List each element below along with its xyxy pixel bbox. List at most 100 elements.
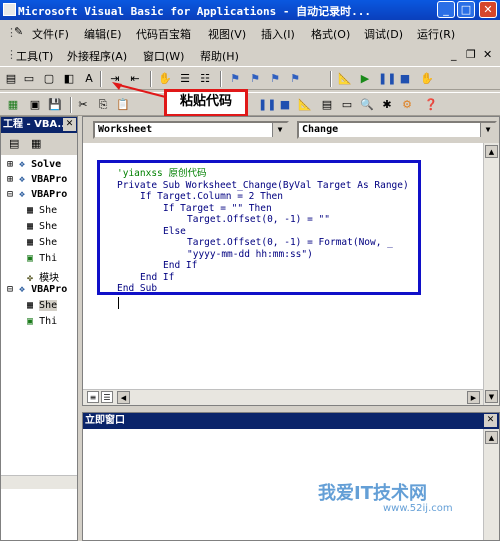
chevron-down-icon[interactable]: ▼ [272, 123, 287, 137]
minimize-button[interactable]: _ [437, 1, 455, 18]
toolbox-icon[interactable]: ◧ [62, 72, 76, 86]
view-object-icon[interactable]: ▦ [31, 137, 41, 150]
object-browser-icon[interactable]: ▢ [42, 72, 56, 86]
tree-node-vbaproject-2[interactable]: ⊟ ❖ VBAPro [7, 189, 67, 200]
run-icon[interactable]: ▶ [358, 72, 372, 86]
menu-help[interactable]: 帮助(H) [200, 48, 239, 64]
close-project-explorer-button[interactable]: ✕ [63, 118, 76, 131]
immediate-vscrollbar[interactable]: ▲ [483, 429, 499, 540]
paste-code-callout: 粘贴代码 [164, 89, 248, 117]
object-combo[interactable]: Worksheet ▼ [93, 121, 289, 139]
menu-bar-secondary: ⋮ 工具(T) 外接程序(A) 窗口(W) 帮助(H) _ ❐ ✕ [0, 44, 500, 64]
code-comment: 'yianxss 原创代码 [117, 168, 207, 179]
scroll-up-button[interactable]: ▲ [485, 145, 498, 158]
project-explorer-icon[interactable]: ▤ [320, 98, 334, 112]
toolbar-separator [100, 71, 102, 87]
design-mode-icon[interactable]: 📐 [298, 98, 312, 112]
tree-node-thisworkbook[interactable]: ▣ Thi [27, 316, 57, 327]
code-editor[interactable]: 'yianxss 原创代码 Private Sub Worksheet_Chan… [117, 168, 409, 295]
cut-icon[interactable]: ✂ [76, 98, 90, 112]
project-explorer-title: 工程 - VBA... ✕ [1, 117, 77, 133]
scroll-right-button[interactable]: ▶ [467, 391, 480, 404]
tree-node-thisworkbook[interactable]: ▣ Thi [27, 253, 57, 264]
menu-bar-primary: ⋮ ✎ 文件(F) 编辑(E) 代码百宝箱 视图(V) 插入(I) 格式(O) … [0, 22, 500, 42]
bookmark-icon[interactable]: ⚑ [228, 72, 242, 86]
maximize-button[interactable]: □ [457, 1, 475, 18]
close-button[interactable]: ✕ [479, 1, 497, 18]
view-excel-icon[interactable]: ▦ [6, 98, 20, 112]
menu-insert[interactable]: 插入(I) [261, 26, 295, 42]
vba-app-icon [3, 3, 16, 16]
breakpoint-hand-icon[interactable]: ✋ [420, 72, 434, 86]
code-window: Worksheet ▼ Change ▼ 'yianxss 原创代码 Private… [82, 116, 500, 406]
control-toolbox-icon[interactable]: ⚙ [400, 98, 414, 112]
tree-node-sheet[interactable]: ▦ She [27, 237, 57, 248]
doc-restore-button[interactable]: ❐ [466, 48, 476, 61]
code-line: End If [140, 271, 175, 283]
doc-close-button[interactable]: ✕ [483, 48, 492, 61]
watermark-url: www.52ij.com [383, 503, 453, 514]
menu-addins[interactable]: 外接程序(A) [67, 48, 127, 64]
tree-node-sheet[interactable]: ▦ She [27, 205, 57, 216]
scroll-down-button[interactable]: ▼ [485, 390, 498, 403]
break-icon[interactable]: ❚❚ [258, 98, 276, 112]
doc-minimize-button[interactable]: _ [451, 48, 457, 61]
code-line: Target.Offset(0, -1) = Format(Now, _ [187, 237, 393, 248]
code-window-header: Worksheet ▼ Change ▼ [83, 117, 499, 143]
list-members-icon[interactable]: A [82, 72, 96, 86]
immediate-window[interactable]: 立即窗口 ✕ ▲ 我爱IT技术网 www.52ij.com [82, 412, 500, 541]
code-vscrollbar[interactable]: ▲ ▼ [483, 143, 499, 405]
insert-userform-icon[interactable]: ▣ [28, 98, 42, 112]
copy-icon[interactable]: ⎘ [96, 98, 110, 112]
procedure-view-icon[interactable]: ≡ [87, 391, 99, 403]
tree-node-sheet[interactable]: ▦ She [27, 221, 57, 232]
menu-run[interactable]: 运行(R) [417, 26, 455, 42]
tree-node-solver[interactable]: ⊞ ❖ Solve [7, 159, 61, 170]
object-browser-icon[interactable]: 🔍 [360, 98, 374, 112]
code-line: If Target.Column = 2 Then [140, 191, 283, 202]
help-icon[interactable]: ❓ [424, 98, 438, 112]
break-icon[interactable]: ❚❚ [378, 72, 396, 86]
menu-code-toolbox[interactable]: 代码百宝箱 [136, 26, 191, 42]
properties-window-icon[interactable]: ▭ [340, 98, 354, 112]
watermark-text: 我爱IT技术网 [318, 483, 427, 504]
code-line: "yyyy-mm-dd hh:mm:ss") [187, 248, 313, 260]
view-code-icon[interactable]: ▤ [9, 137, 19, 150]
code-hscrollbar[interactable]: ≡ ☰ ◀ ▶ [83, 389, 483, 405]
menu-window[interactable]: 窗口(W) [143, 48, 184, 64]
menu-format[interactable]: 格式(O) [311, 26, 350, 42]
chevron-down-icon[interactable]: ▼ [480, 123, 495, 137]
properties-icon[interactable]: ▭ [22, 72, 36, 86]
menu-debug[interactable]: 调试(D) [364, 26, 403, 42]
reset-icon[interactable]: ■ [278, 98, 292, 112]
window-title: Microsoft Visual Basic for Applications … [18, 5, 372, 18]
code-line: End Sub [117, 283, 158, 294]
save-icon[interactable]: 💾 [48, 98, 62, 112]
clear-bookmarks-icon[interactable]: ⚑ [288, 72, 302, 86]
next-bookmark-icon[interactable]: ⚑ [248, 72, 262, 86]
project-tree-hscrollbar[interactable] [1, 475, 77, 489]
uncomment-block-icon[interactable]: ☷ [198, 72, 212, 86]
tree-node-module[interactable]: ✤ 模块 [27, 269, 59, 284]
menu-tools[interactable]: 工具(T) [16, 48, 53, 64]
reset-icon[interactable]: ■ [398, 72, 412, 86]
title-bar: Microsoft Visual Basic for Applications … [0, 0, 500, 20]
scroll-up-button[interactable]: ▲ [485, 431, 498, 444]
tree-node-vbaproject-1[interactable]: ⊞ ❖ VBAPro [7, 174, 67, 185]
close-immediate-button[interactable]: ✕ [484, 414, 497, 427]
tree-node-sheet-selected[interactable]: ▦ She [27, 300, 58, 311]
project-explorer-icon[interactable]: ▤ [4, 72, 18, 86]
tree-node-vbaproject-3[interactable]: ⊟ ❖ VBAPro [7, 284, 67, 295]
procedure-combo[interactable]: Change ▼ [297, 121, 497, 139]
toolbox-icon[interactable]: ✱ [380, 98, 394, 112]
menu-edit[interactable]: 编辑(E) [84, 26, 122, 42]
project-explorer-toolbar: ▤ ▦ [1, 133, 77, 155]
menu-view[interactable]: 视图(V) [208, 26, 246, 42]
menu-file[interactable]: 文件(F) [32, 26, 69, 42]
code-line: If Target = "" Then [163, 202, 272, 214]
design-mode-icon[interactable]: 📐 [338, 72, 352, 86]
prev-bookmark-icon[interactable]: ⚑ [268, 72, 282, 86]
toolbar-standard: ▦ ▣ 💾 ✂ ⎘ 📋 ❚❚ ■ 📐 ▤ ▭ 🔍 ✱ ⚙ ❓ [0, 92, 500, 116]
full-module-view-icon[interactable]: ☰ [101, 391, 113, 403]
scroll-left-button[interactable]: ◀ [117, 391, 130, 404]
